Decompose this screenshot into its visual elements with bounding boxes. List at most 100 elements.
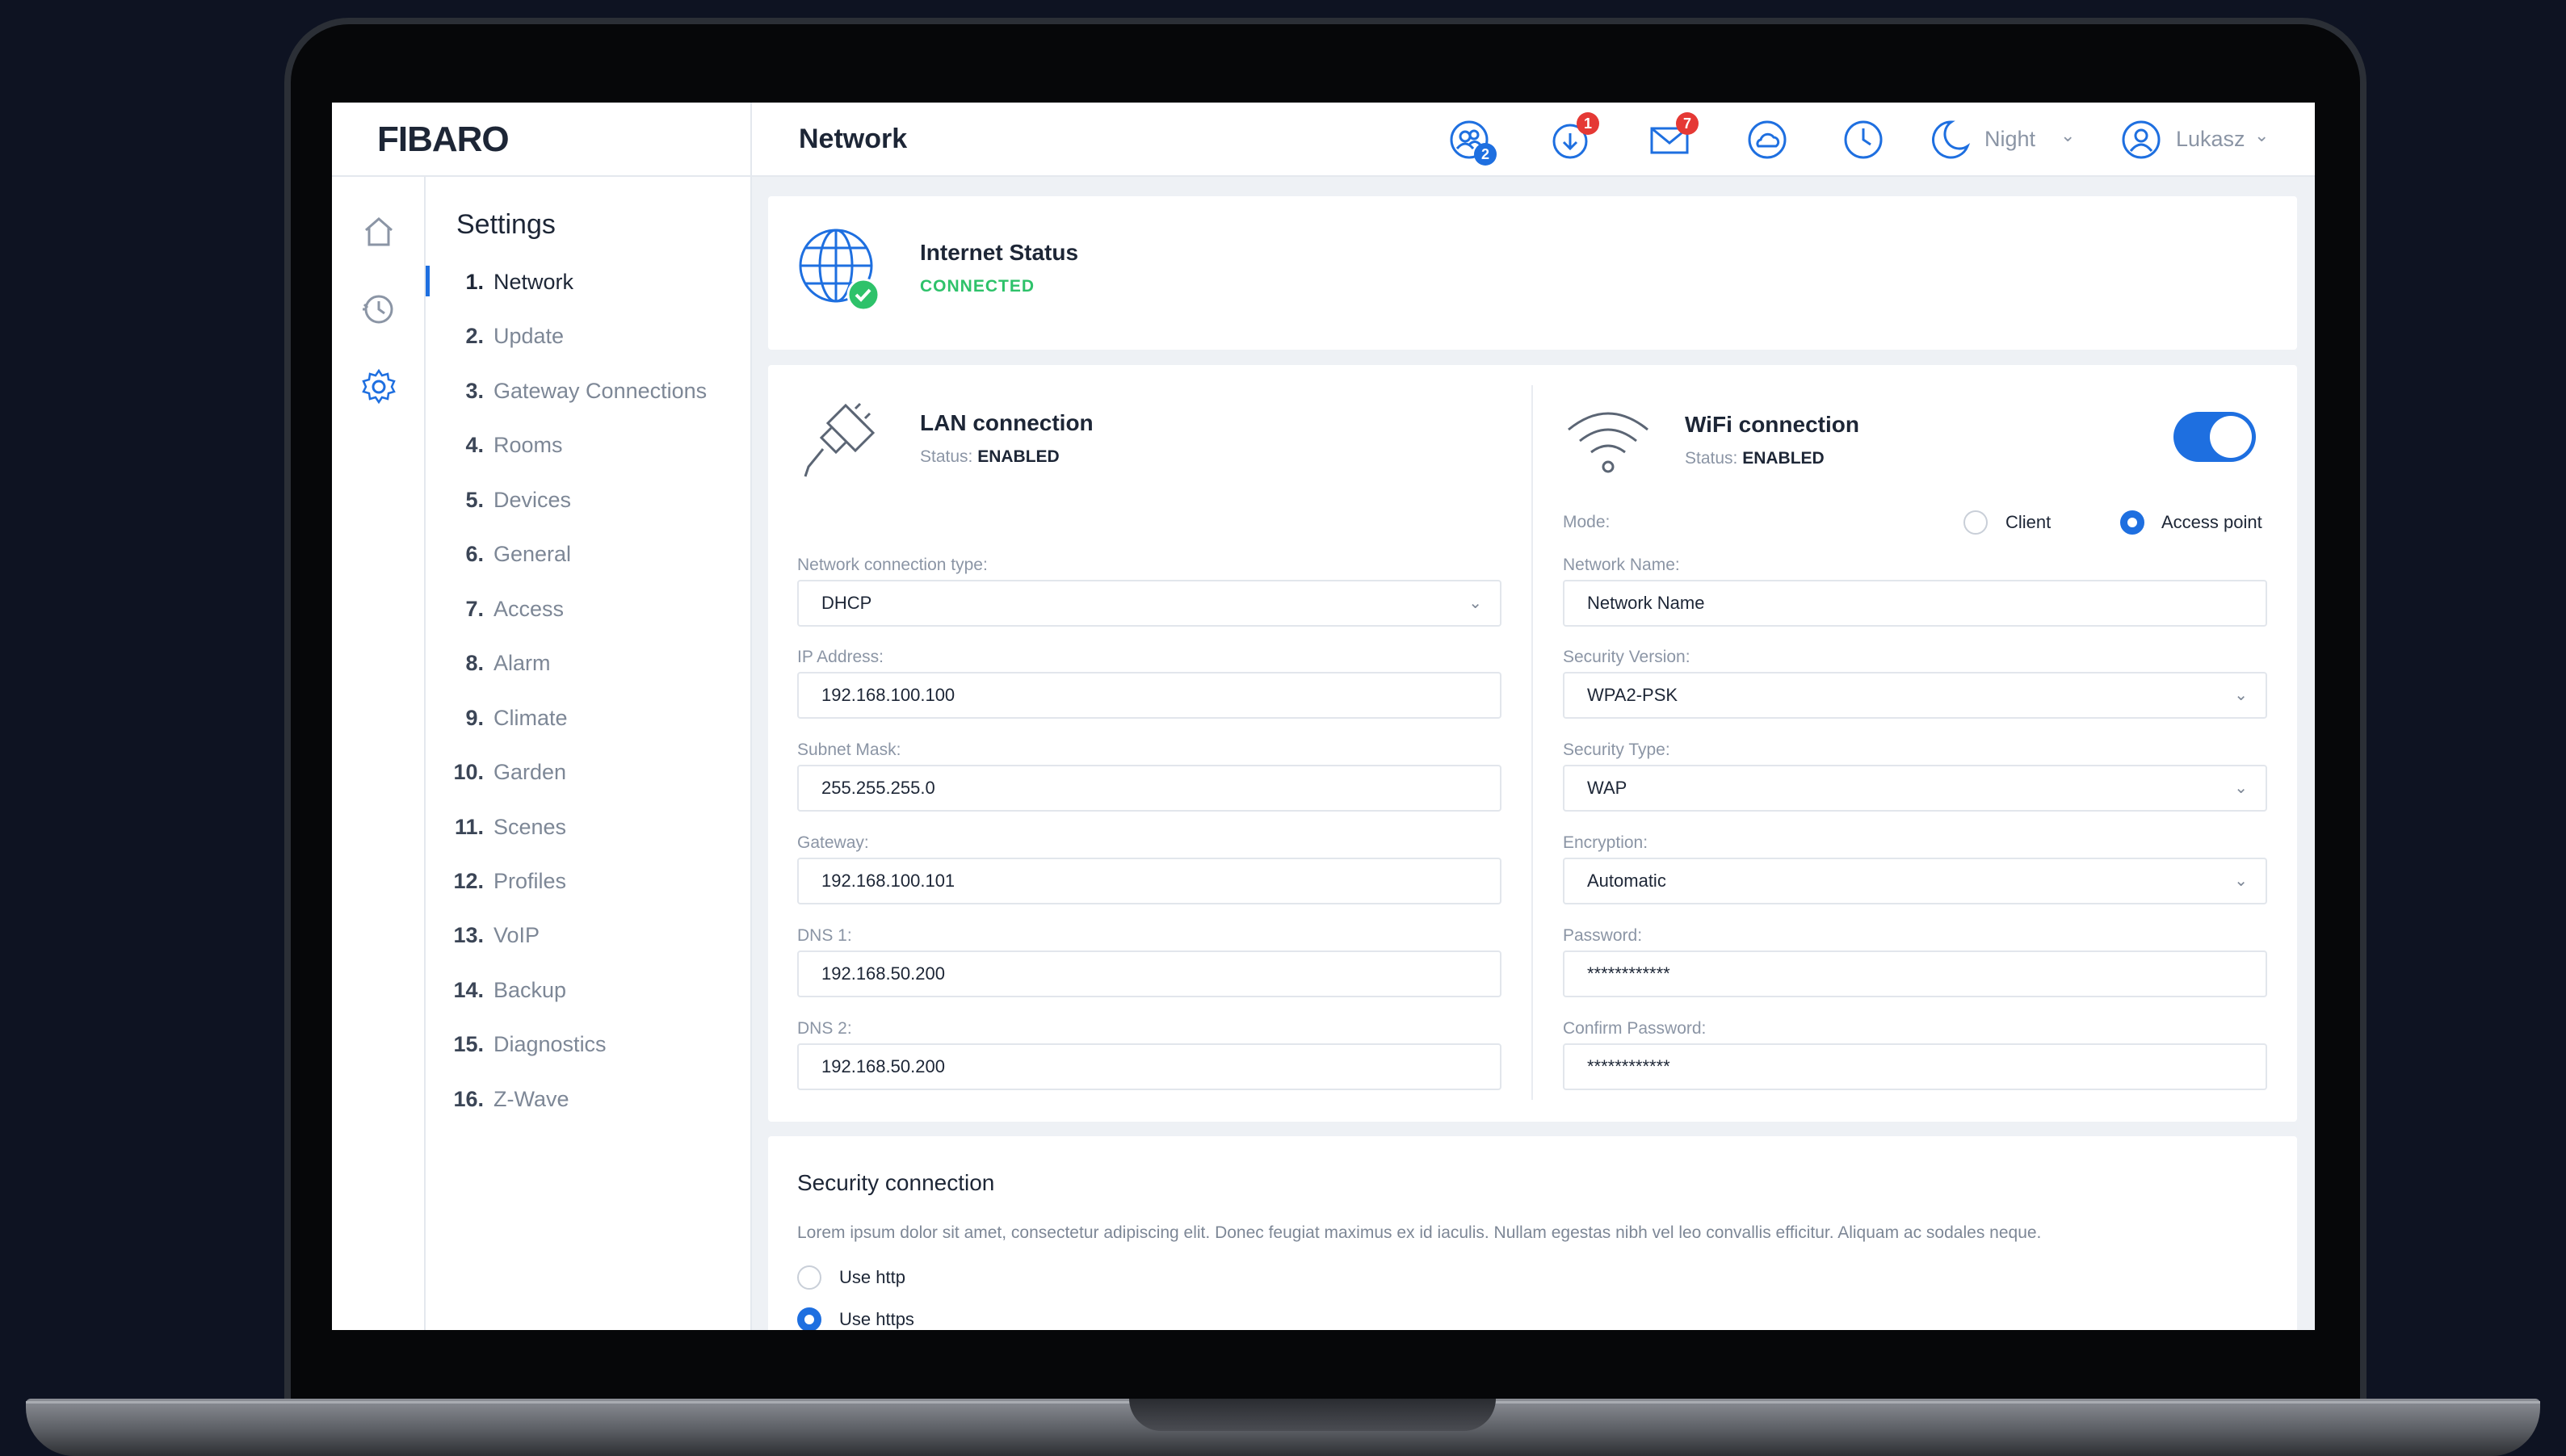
menu-number: 15. [453, 1031, 484, 1056]
mode-client-label[interactable]: Client [2005, 512, 2051, 533]
menu-number: 1. [465, 269, 484, 294]
security-version-select[interactable]: WPA2-PSK ⌄ [1563, 672, 2267, 719]
sidebar-item-garden[interactable]: 10. Garden [451, 756, 566, 788]
downloads-badge: 1 [1577, 112, 1599, 135]
encryption-label: Encryption: [1563, 833, 1648, 852]
use-http-label[interactable]: Use http [839, 1267, 905, 1288]
menu-number: 11. [454, 814, 484, 839]
dns1-input[interactable]: 192.168.50.200 [797, 950, 1501, 997]
use-https-label[interactable]: Use https [839, 1309, 914, 1330]
history-icon [363, 295, 393, 324]
messages-button[interactable]: 7 [1647, 112, 1699, 162]
chevron-down-icon: ⌄ [1468, 594, 1482, 612]
lan-status: Status: ENABLED [920, 447, 1060, 467]
user-icon [2122, 120, 2161, 159]
toggle-knob [2210, 416, 2252, 458]
gateway-input[interactable]: 192.168.100.101 [797, 858, 1501, 904]
security-description: Lorem ipsum dolor sit amet, consectetur … [797, 1223, 2042, 1242]
lan-status-value: ENABLED [977, 447, 1060, 466]
users-button[interactable]: 2 [1447, 117, 1497, 166]
sidebar-item-voip[interactable]: 13. VoIP [451, 919, 540, 951]
sidebar-item-z-wave[interactable]: 16. Z-Wave [451, 1083, 569, 1115]
globe-icon [799, 229, 880, 311]
mode-label: Mode: [1563, 513, 1611, 531]
mode-client-radio[interactable] [1963, 510, 1988, 535]
fibaro-logo[interactable]: FIBARO [377, 120, 510, 160]
sidebar-item-access[interactable]: 7. Access [451, 593, 564, 625]
wifi-toggle[interactable] [2173, 412, 2256, 462]
weather-icon [1748, 120, 1787, 159]
connection-type-value: DHCP [821, 593, 872, 613]
night-mode-button[interactable] [1927, 117, 1972, 162]
sidebar-item-scenes[interactable]: 11. Scenes [451, 811, 566, 843]
sidebar-item-profiles[interactable]: 12. Profiles [451, 865, 566, 897]
sidebar-item-network[interactable]: 1. Network [451, 266, 573, 298]
mode-chevron-down-icon[interactable]: ⌄ [2060, 125, 2075, 146]
connection-type-select[interactable]: DHCP ⌄ [797, 580, 1501, 627]
menu-label: Access [493, 596, 565, 621]
sidebar-item-devices[interactable]: 5. Devices [451, 484, 571, 516]
network-config-card: LAN connection Status: ENABLED Network c… [768, 365, 2297, 1122]
network-name-label: Network Name: [1563, 556, 1680, 574]
menu-label: Network [493, 269, 574, 294]
confirm-password-input[interactable]: ************ [1563, 1043, 2267, 1090]
menu-number: 8. [465, 650, 484, 675]
subnet-mask-input[interactable]: 255.255.255.0 [797, 765, 1501, 812]
sidebar-item-general[interactable]: 6. General [451, 538, 571, 570]
sidebar-item-backup[interactable]: 14. Backup [451, 974, 566, 1006]
network-name-input[interactable]: Network Name [1563, 580, 2267, 627]
home-nav-button[interactable] [359, 212, 398, 251]
dns2-input[interactable]: 192.168.50.200 [797, 1043, 1501, 1090]
user-label[interactable]: Lukasz [2176, 127, 2245, 152]
user-menu-button[interactable] [2119, 117, 2164, 162]
password-label: Password: [1563, 926, 1643, 945]
settings-nav-button[interactable] [359, 367, 398, 406]
clock-button[interactable] [1841, 117, 1886, 162]
mode-label[interactable]: Night [1984, 127, 2035, 152]
sidebar-item-alarm[interactable]: 8. Alarm [451, 647, 550, 679]
ip-address-input[interactable]: 192.168.100.100 [797, 672, 1501, 719]
ethernet-cable-icon [804, 402, 876, 477]
connection-type-label: Network connection type: [797, 556, 988, 574]
menu-number: 12. [453, 868, 484, 893]
wifi-icon [1568, 412, 1648, 473]
history-nav-button[interactable] [359, 290, 398, 329]
sidebar-item-rooms[interactable]: 4. Rooms [451, 429, 563, 461]
menu-label: Rooms [493, 432, 563, 457]
security-type-select[interactable]: WAP ⌄ [1563, 765, 2267, 812]
menu-number: 9. [465, 705, 484, 730]
downloads-button[interactable]: 1 [1548, 112, 1599, 162]
security-type-value: WAP [1587, 778, 1627, 798]
sidebar-item-update[interactable]: 2. Update [451, 320, 564, 352]
use-http-radio[interactable] [797, 1265, 821, 1290]
sidebar-item-climate[interactable]: 9. Climate [451, 702, 568, 734]
settings-menu: Settings 1. Network 2. Update 3. Gateway Co… [426, 177, 752, 1330]
menu-label: Profiles [493, 868, 567, 893]
use-https-radio[interactable] [797, 1307, 821, 1330]
internet-status-value: CONNECTED [920, 277, 1035, 296]
security-connection-card: Security connection Lorem ipsum dolor si… [768, 1136, 2297, 1330]
menu-number: 7. [465, 596, 484, 621]
topbar-divider [750, 103, 752, 177]
encryption-select[interactable]: Automatic ⌄ [1563, 858, 2267, 904]
sidebar-item-gateway-connections[interactable]: 3. Gateway Connections [451, 375, 707, 407]
clock-icon [1844, 120, 1883, 159]
messages-badge: 7 [1676, 112, 1699, 135]
encryption-value: Automatic [1587, 871, 1666, 891]
mode-access-point-label[interactable]: Access point [2161, 512, 2262, 533]
app-screen: FIBARO Network 2 1 7 Night ⌄ Lukasz ⌄ Se… [332, 103, 2315, 1330]
user-chevron-down-icon[interactable]: ⌄ [2254, 125, 2269, 146]
internet-status-card: Internet Status CONNECTED [768, 196, 2297, 350]
mode-access-point-radio[interactable] [2120, 510, 2144, 535]
column-divider [1531, 385, 1533, 1100]
menu-label: Devices [493, 487, 572, 512]
wifi-status: Status: ENABLED [1685, 449, 1825, 468]
chevron-down-icon: ⌄ [2234, 872, 2248, 890]
password-input[interactable]: ************ [1563, 950, 2267, 997]
menu-label: Z-Wave [493, 1086, 569, 1111]
security-title: Security connection [797, 1170, 995, 1195]
top-bar: FIBARO Network 2 1 7 Night ⌄ Lukasz ⌄ [332, 103, 2315, 177]
menu-label: Climate [493, 705, 568, 730]
weather-button[interactable] [1745, 117, 1790, 162]
sidebar-item-diagnostics[interactable]: 15. Diagnostics [451, 1028, 606, 1060]
